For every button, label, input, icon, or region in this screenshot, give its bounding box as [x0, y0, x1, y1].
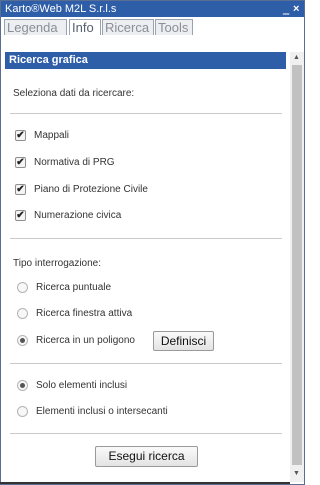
define-button[interactable]: Definisci — [153, 331, 214, 351]
tab-info[interactable]: Info — [69, 19, 101, 35]
run-search-button[interactable]: Esegui ricerca — [95, 446, 198, 467]
radio-ricerca-finestra[interactable] — [17, 308, 28, 319]
tab-bar: Legenda Info Ricerca Tools — [1, 17, 304, 35]
select-data-label: Seleziona dati da ricercare: — [13, 88, 135, 99]
scroll-down-arrow-icon[interactable]: ▼ — [293, 470, 300, 478]
radio-label-ricerca-finestra: Ricerca finestra attiva — [36, 308, 133, 319]
bottom-border — [0, 482, 290, 484]
section-header: Ricerca grafica — [5, 52, 286, 69]
window-title: Karto®Web M2L S.r.l.s — [5, 3, 117, 15]
checkbox-mappali[interactable]: ✔ — [15, 130, 26, 141]
minimize-icon[interactable]: ‗ — [283, 1, 289, 17]
checkbox-numerazione-civica[interactable]: ✔ — [15, 210, 26, 221]
title-bar: Karto®Web M2L S.r.l.s ‗ × — [1, 1, 304, 17]
checkbox-label-numerazione-civica: Numerazione civica — [34, 210, 122, 221]
scroll-thumb[interactable] — [292, 65, 302, 465]
checkbox-label-protezione-civile: Piano di Protezione Civile — [34, 184, 148, 195]
radio-label-ricerca-poligono: Ricerca in un poligono — [36, 335, 135, 346]
divider — [10, 238, 282, 239]
radio-solo-inclusi[interactable] — [17, 380, 28, 391]
checkbox-label-mappali: Mappali — [34, 130, 70, 141]
divider — [10, 113, 282, 114]
radio-label-inclusi-intersecanti: Elementi inclusi o intersecanti — [36, 406, 168, 417]
divider — [10, 363, 282, 364]
radio-label-ricerca-puntuale: Ricerca puntuale — [36, 282, 112, 293]
radio-inclusi-intersecanti[interactable] — [17, 406, 28, 417]
tab-ricerca[interactable]: Ricerca — [102, 19, 154, 35]
tab-legenda[interactable]: Legenda — [4, 19, 67, 35]
divider — [10, 433, 282, 434]
vertical-scrollbar[interactable]: ▲ ▼ — [290, 52, 304, 482]
checkbox-protezione-civile[interactable]: ✔ — [15, 184, 26, 195]
checkbox-normativa-prg[interactable]: ✔ — [15, 157, 26, 168]
radio-ricerca-poligono[interactable] — [17, 335, 28, 346]
query-type-label: Tipo interrogazione: — [13, 258, 102, 269]
radio-ricerca-puntuale[interactable] — [17, 282, 28, 293]
radio-label-solo-inclusi: Solo elementi inclusi — [36, 380, 128, 391]
scroll-up-arrow-icon[interactable]: ▲ — [293, 54, 300, 62]
checkbox-label-normativa-prg: Normativa di PRG — [34, 157, 115, 168]
close-icon[interactable]: × — [293, 1, 299, 17]
search-panel: Seleziona dati da ricercare: ✔ Mappali ✔… — [5, 69, 286, 474]
tab-tools[interactable]: Tools — [155, 19, 193, 35]
